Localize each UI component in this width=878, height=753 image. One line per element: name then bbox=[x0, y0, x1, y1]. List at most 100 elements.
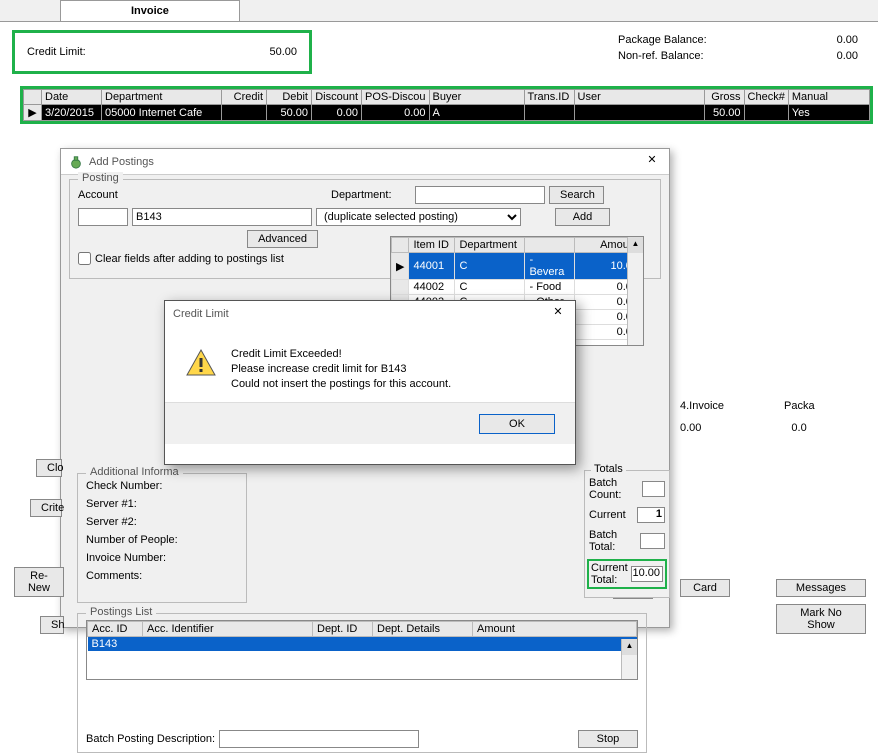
dept-col-marker bbox=[392, 238, 409, 253]
ledger-col-discount[interactable]: Discount bbox=[312, 90, 362, 105]
ledger-col-buyer[interactable]: Buyer bbox=[429, 90, 524, 105]
alert-title: Credit Limit bbox=[173, 308, 549, 320]
invoice-value: 0.00 bbox=[680, 422, 701, 434]
ledger-cell-date: 3/20/2015 bbox=[42, 105, 102, 121]
pl-col-deptid[interactable]: Dept. ID bbox=[313, 622, 373, 637]
ledger-col-posdisc[interactable]: POS-Discou bbox=[362, 90, 430, 105]
close-button[interactable]: ✕ bbox=[643, 153, 661, 171]
current-label: Current bbox=[589, 509, 626, 521]
tab-bar: Invoice bbox=[0, 0, 878, 22]
alert-close-button[interactable]: ✕ bbox=[549, 305, 567, 323]
scroll-up-icon[interactable]: ▲ bbox=[628, 237, 643, 253]
dialog-title: Add Postings bbox=[89, 156, 643, 168]
account-name-input[interactable] bbox=[132, 208, 312, 226]
dept-col-itemid[interactable]: Item ID bbox=[409, 238, 455, 253]
num-people-label: Number of People: bbox=[86, 534, 196, 546]
comments-label: Comments: bbox=[86, 570, 196, 582]
criteria-button-partial[interactable]: Crite bbox=[30, 499, 62, 517]
credit-limit-box: Credit Limit: 50.00 bbox=[12, 30, 312, 74]
pl-row[interactable]: B143 bbox=[88, 637, 637, 652]
add-button[interactable]: Add bbox=[555, 208, 610, 226]
ledger-cell-debit: 50.00 bbox=[267, 105, 312, 121]
pl-cell-deptid bbox=[313, 637, 373, 652]
nonref-balance-value: 0.00 bbox=[837, 50, 858, 62]
ledger-row-marker: ▶ bbox=[24, 105, 42, 121]
additional-info-legend: Additional Informa bbox=[86, 466, 183, 478]
messages-button[interactable]: Messages bbox=[776, 579, 866, 597]
right-invoice-info: 4.Invoice Packa 0.00 0.0 bbox=[680, 400, 875, 434]
advanced-button[interactable]: Advanced bbox=[247, 230, 318, 248]
package-balance-value: 0.00 bbox=[837, 34, 858, 46]
ledger-col-check[interactable]: Check# bbox=[744, 90, 788, 105]
dept-cell-suffix: - Bevera bbox=[525, 253, 575, 280]
dept-cell-dept: C bbox=[455, 280, 525, 295]
card-button[interactable]: Card bbox=[680, 579, 730, 597]
clear-fields-checkbox[interactable] bbox=[78, 252, 91, 265]
pl-col-accid[interactable]: Acc. ID bbox=[88, 622, 143, 637]
dialog-titlebar[interactable]: Add Postings ✕ bbox=[61, 149, 669, 175]
ledger-cell-check bbox=[744, 105, 788, 121]
renew-button[interactable]: Re-New bbox=[14, 567, 64, 597]
dept-row-marker bbox=[392, 280, 409, 295]
ledger-cell-posdisc: 0.00 bbox=[362, 105, 430, 121]
ledger-col-dept[interactable]: Department bbox=[102, 90, 222, 105]
invoice-number-label: Invoice Number: bbox=[86, 552, 196, 564]
server2-label: Server #2: bbox=[86, 516, 196, 528]
ledger-col-manual[interactable]: Manual bbox=[788, 90, 869, 105]
alert-titlebar[interactable]: Credit Limit ✕ bbox=[165, 301, 575, 327]
department-label: Department: bbox=[331, 189, 411, 201]
search-button[interactable]: Search bbox=[549, 186, 604, 204]
ledger-col-user[interactable]: User bbox=[574, 90, 704, 105]
dept-row[interactable]: ▶44001C- Bevera10.00 bbox=[392, 253, 643, 280]
server1-label: Server #1: bbox=[86, 498, 196, 510]
account-code-input[interactable] bbox=[78, 208, 128, 226]
account-label: Account bbox=[78, 189, 128, 201]
ledger-row[interactable]: ▶ 3/20/2015 05000 Internet Cafe 50.00 0.… bbox=[24, 105, 870, 121]
packa-value: 0.0 bbox=[791, 422, 806, 434]
department-input[interactable] bbox=[415, 186, 545, 204]
ledger-cell-discount: 0.00 bbox=[312, 105, 362, 121]
duplicate-posting-select[interactable]: (duplicate selected posting) bbox=[316, 208, 521, 226]
tab-invoice[interactable]: Invoice bbox=[60, 0, 240, 21]
invoice-label: 4.Invoice bbox=[680, 400, 724, 412]
additional-info-fieldset: Additional Informa Check Number: Server … bbox=[77, 473, 247, 603]
dept-scrollbar[interactable]: ▲ bbox=[627, 237, 643, 345]
ledger-col-marker bbox=[24, 90, 42, 105]
pl-col-ident[interactable]: Acc. Identifier bbox=[143, 622, 313, 637]
postings-list-legend: Postings List bbox=[86, 606, 156, 618]
dept-col-dept[interactable]: Department bbox=[455, 238, 525, 253]
current-total-label: Current Total: bbox=[591, 562, 631, 586]
mark-no-show-button[interactable]: Mark No Show bbox=[776, 604, 866, 634]
current-total-value: 10.00 bbox=[631, 566, 663, 582]
ledger-cell-dept: 05000 Internet Cafe bbox=[102, 105, 222, 121]
sh-button-partial[interactable]: Sh bbox=[40, 616, 64, 634]
ledger-col-credit[interactable]: Credit bbox=[222, 90, 267, 105]
credit-limit-value: 50.00 bbox=[269, 46, 297, 58]
batch-desc-input[interactable] bbox=[219, 730, 419, 748]
scroll-up-icon[interactable]: ▲ bbox=[622, 639, 637, 655]
stop-button[interactable]: Stop bbox=[578, 730, 638, 748]
ledger-table: Date Department Credit Debit Discount PO… bbox=[20, 86, 873, 124]
ledger-col-gross[interactable]: Gross bbox=[704, 90, 744, 105]
batch-desc-label: Batch Posting Description: bbox=[86, 733, 215, 745]
batch-total-value bbox=[640, 533, 665, 549]
pl-scrollbar[interactable]: ▲ bbox=[621, 639, 637, 679]
dept-row[interactable]: 44002C- Food0.00 bbox=[392, 280, 643, 295]
alert-message: Credit Limit Exceeded! Please increase c… bbox=[231, 347, 451, 392]
pl-col-details[interactable]: Dept. Details bbox=[373, 622, 473, 637]
ledger-cell-manual: Yes bbox=[788, 105, 869, 121]
ledger-col-transid[interactable]: Trans.ID bbox=[524, 90, 574, 105]
ledger-cell-transid bbox=[524, 105, 574, 121]
dept-cell-suffix: - Food bbox=[525, 280, 575, 295]
warning-icon bbox=[185, 347, 217, 379]
ok-button[interactable]: OK bbox=[479, 414, 555, 434]
ledger-col-date[interactable]: Date bbox=[42, 90, 102, 105]
batch-count-label: Batch Count: bbox=[589, 477, 640, 501]
close-button-partial[interactable]: Clo bbox=[36, 459, 62, 477]
pl-col-amount[interactable]: Amount bbox=[473, 622, 637, 637]
postings-list-fieldset: Postings List Acc. ID Acc. Identifier De… bbox=[77, 613, 647, 753]
pl-cell-details bbox=[373, 637, 473, 652]
ledger-col-debit[interactable]: Debit bbox=[267, 90, 312, 105]
nonref-balance-label: Non-ref. Balance: bbox=[618, 50, 704, 62]
dept-cell-itemid: 44001 bbox=[409, 253, 455, 280]
